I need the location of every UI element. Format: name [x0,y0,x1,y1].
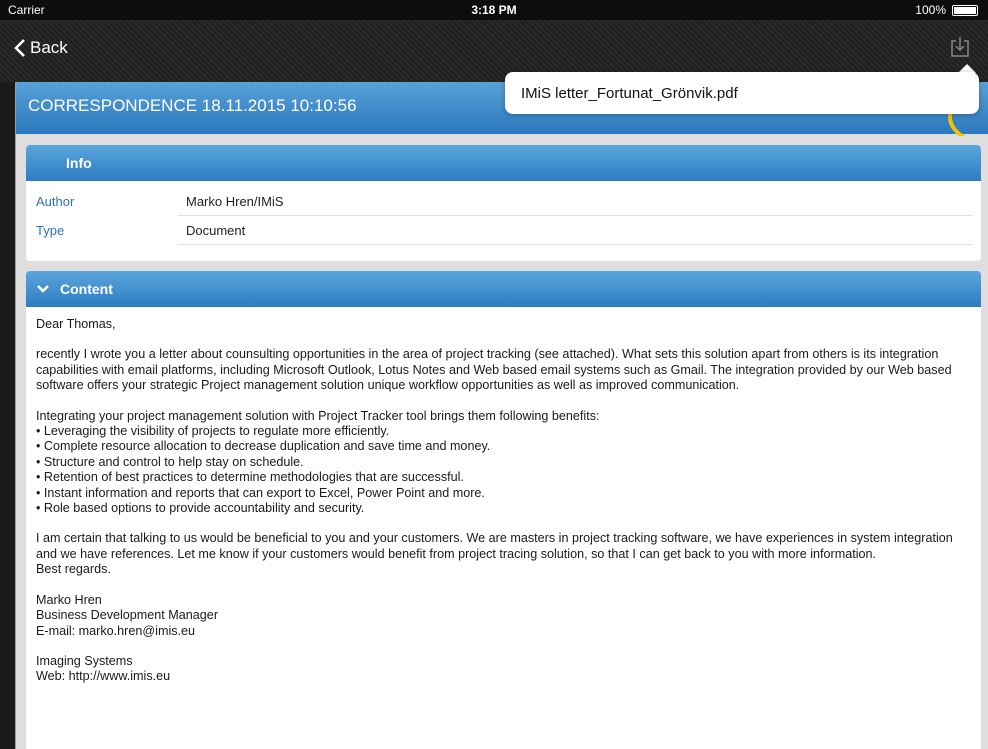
info-header-label: Info [66,155,92,171]
back-label: Back [30,38,68,57]
chevron-down-icon [37,285,49,293]
list-item: • Role based options to provide accounta… [36,501,365,516]
attachment-popover-item[interactable]: IMiS letter_Fortunat_Grönvik.pdf [505,72,979,114]
list-item: • Retention of best practices to determi… [36,470,464,485]
signature-email: E-mail: marko.hren@imis.eu [36,623,196,638]
status-bar: Carrier 3:18 PM 100% [0,0,988,20]
company-name: Imaging Systems [36,653,133,668]
list-item: • Instant information and reports that c… [36,485,485,500]
clock: 3:18 PM [471,3,517,17]
type-value: Document [186,223,246,238]
list-item: • Complete resource allocation to decrea… [36,439,491,454]
back-button[interactable]: Back [14,38,68,58]
greeting: Dear Thomas, [36,317,116,331]
content-header[interactable]: Content [26,271,981,307]
info-row-author: Author Marko Hren/IMiS [26,187,981,216]
author-value: Marko Hren/IMiS [186,194,284,209]
content-panel: Content Dear Thomas, recently I wrote yo… [26,271,981,749]
letter-body: Dear Thomas, recently I wrote you a lett… [26,307,981,685]
info-panel: Info Author Marko Hren/IMiS Type Documen… [26,145,981,261]
info-header[interactable]: Info [26,145,981,181]
battery-icon [952,5,978,16]
battery-percent: 100% [915,3,946,17]
type-label: Type [36,223,65,238]
document-view: CORRESPONDENCE 18.11.2015 10:10:56 Info … [15,82,988,749]
list-item: • Leveraging the visibility of projects … [36,424,390,439]
list-item: • Structure and control to help stay on … [36,454,304,469]
download-icon[interactable] [950,36,970,58]
paragraph-intro: recently I wrote you a letter about coun… [36,347,952,393]
chevron-left-icon [14,39,25,57]
info-row-type: Type Document [26,216,981,245]
signature-name: Marko Hren [36,592,102,607]
company-web: Web: http://www.imis.eu [36,669,171,684]
content-header-label: Content [60,281,113,297]
closing-line: Best regards. [36,562,111,577]
benefits-intro: Integrating your project management solu… [36,408,600,423]
paragraph-closing: I am certain that talking to us would be… [36,531,953,561]
author-label: Author [36,194,75,209]
signature-title: Business Development Manager [36,608,219,623]
